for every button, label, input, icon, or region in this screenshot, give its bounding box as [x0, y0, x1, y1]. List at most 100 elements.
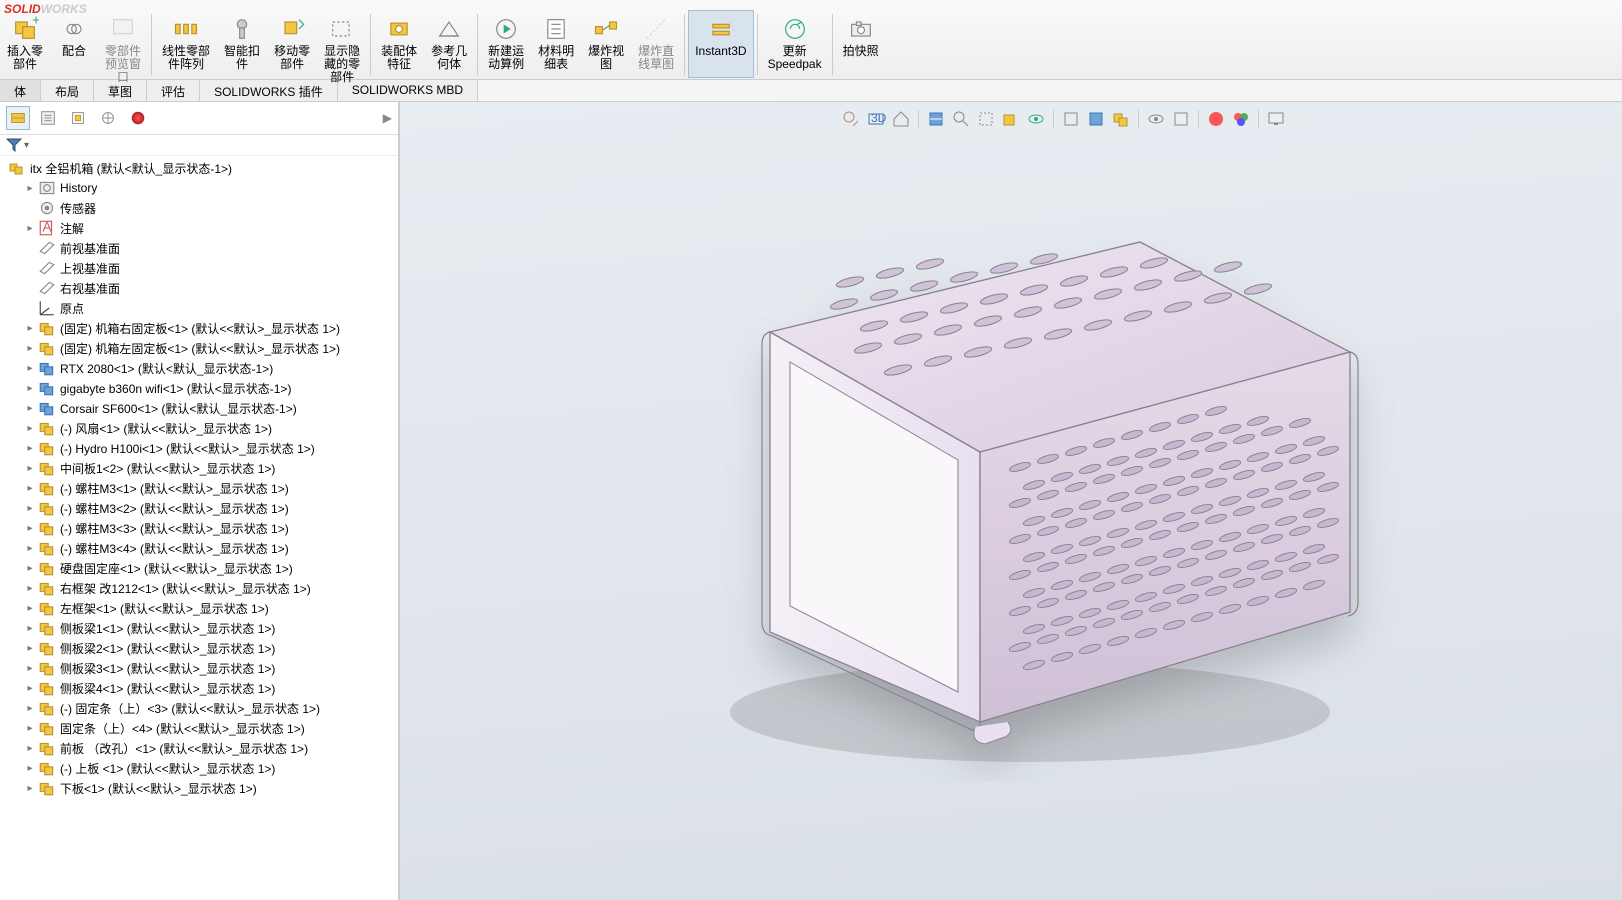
tree-item[interactable]: 上视基准面 — [4, 258, 398, 278]
vp-search-icon[interactable] — [840, 108, 862, 130]
vp-edges-icon[interactable] — [1060, 108, 1082, 130]
tree-item[interactable]: ▸(-) Hydro H100i<1> (默认<<默认>_显示状态 1>) — [4, 438, 398, 458]
tree-item[interactable]: ▸侧板梁2<1> (默认<<默认>_显示状态 1>) — [4, 638, 398, 658]
expand-icon[interactable]: ▸ — [24, 742, 36, 754]
tree-item[interactable]: ▸中间板1<2> (默认<<默认>_显示状态 1>) — [4, 458, 398, 478]
expand-icon[interactable]: ▸ — [24, 622, 36, 634]
ribbon-speedpak[interactable]: 更新 Speedpak — [761, 10, 829, 78]
expand-icon[interactable]: ▸ — [24, 182, 36, 194]
ribbon-insert-component[interactable]: +插入零 部件 — [0, 10, 50, 78]
tree-item[interactable]: ▸gigabyte b360n wifi<1> (默认<显示状态-1>) — [4, 378, 398, 398]
expand-icon[interactable]: ▸ — [24, 642, 36, 654]
vp-bbox-icon[interactable] — [1000, 108, 1022, 130]
subtab-1[interactable]: 布局 — [41, 80, 94, 101]
tree-item[interactable]: ▸左框架<1> (默认<<默认>_显示状态 1>) — [4, 598, 398, 618]
tree-item[interactable]: ▸侧板梁4<1> (默认<<默认>_显示状态 1>) — [4, 678, 398, 698]
expand-icon[interactable]: ▸ — [24, 682, 36, 694]
expand-icon[interactable]: ▸ — [24, 362, 36, 374]
vp-p2-icon[interactable] — [1170, 108, 1192, 130]
ribbon-bom[interactable]: 材料明 细表 — [531, 10, 581, 78]
tree-item[interactable]: ▸(-) 螺柱M3<3> (默认<<默认>_显示状态 1>) — [4, 518, 398, 538]
expand-icon[interactable]: ▸ — [24, 782, 36, 794]
tree-filter[interactable]: ▾ — [0, 135, 398, 156]
tree-item[interactable]: ▸Corsair SF600<1> (默认<默认_显示状态-1>) — [4, 398, 398, 418]
expand-icon[interactable]: ▸ — [24, 602, 36, 614]
expand-icon[interactable]: ▸ — [24, 462, 36, 474]
ribbon-smart-fastener[interactable]: 智能扣 件 — [217, 10, 267, 78]
expand-icon[interactable]: ▸ — [24, 342, 36, 354]
tab-configuration[interactable] — [66, 106, 90, 130]
expand-icon[interactable]: ▸ — [24, 662, 36, 674]
tree-item[interactable]: ▸(固定) 机箱右固定板<1> (默认<<默认>_显示状态 1>) — [4, 318, 398, 338]
ribbon-exploded-view[interactable]: 爆炸视 图 — [581, 10, 631, 78]
expand-icon[interactable]: ▸ — [24, 722, 36, 734]
expand-icon[interactable]: ▸ — [24, 522, 36, 534]
vp-color-icon[interactable] — [1230, 108, 1252, 130]
tree-item[interactable]: ▸(-) 螺柱M3<1> (默认<<默认>_显示状态 1>) — [4, 478, 398, 498]
vp-eye-icon[interactable] — [1145, 108, 1167, 130]
subtab-3[interactable]: 评估 — [147, 80, 200, 101]
tree-item[interactable]: ▸硬盘固定座<1> (默认<<默认>_显示状态 1>) — [4, 558, 398, 578]
ribbon-linear-pattern[interactable]: 线性零部 件阵列 — [155, 10, 217, 78]
tab-appearance[interactable] — [126, 106, 150, 130]
tree-item[interactable]: 右视基准面 — [4, 278, 398, 298]
expand-icon[interactable]: ▸ — [24, 702, 36, 714]
tree-item[interactable]: ▸(-) 固定条（上）<3> (默认<<默认>_显示状态 1>) — [4, 698, 398, 718]
tree-item[interactable]: ▸(-) 螺柱M3<4> (默认<<默认>_显示状态 1>) — [4, 538, 398, 558]
vp-orbit-icon[interactable] — [1025, 108, 1047, 130]
expand-icon[interactable]: ▸ — [24, 482, 36, 494]
tab-feature-tree[interactable] — [6, 106, 30, 130]
subtab-4[interactable]: SOLIDWORKS 插件 — [200, 80, 338, 101]
ribbon-assembly-feature[interactable]: 装配体 特征 — [374, 10, 424, 78]
viewport-3d[interactable]: 3D — [400, 102, 1622, 900]
expand-icon[interactable]: ▸ — [24, 322, 36, 334]
vp-part-icon[interactable] — [1110, 108, 1132, 130]
expand-icon[interactable]: ▸ — [24, 222, 36, 234]
tree-item[interactable]: ▸A注解 — [4, 218, 398, 238]
tree-item[interactable]: 前视基准面 — [4, 238, 398, 258]
vp-sel-icon[interactable] — [975, 108, 997, 130]
tree-item[interactable]: ▸(-) 螺柱M3<2> (默认<<默认>_显示状态 1>) — [4, 498, 398, 518]
expand-icon[interactable]: ▸ — [24, 442, 36, 454]
tree-root[interactable]: itx 全铝机箱 (默认<默认_显示状态-1>) — [4, 158, 398, 178]
ribbon-snapshot[interactable]: 拍快照 — [836, 10, 886, 78]
tab-dimxpert[interactable] — [96, 106, 120, 130]
feature-tree[interactable]: itx 全铝机箱 (默认<默认_显示状态-1>) ▸History传感器▸A注解… — [0, 156, 398, 900]
expand-icon[interactable]: ▸ — [24, 562, 36, 574]
ribbon-move-component[interactable]: 移动零 部件 — [267, 10, 317, 78]
tab-property-manager[interactable] — [36, 106, 60, 130]
tree-item[interactable]: 传感器 — [4, 198, 398, 218]
vp-screen-icon[interactable] — [1265, 108, 1287, 130]
expand-icon[interactable]: ▸ — [24, 762, 36, 774]
tree-item[interactable]: ▸RTX 2080<1> (默认<默认_显示状态-1>) — [4, 358, 398, 378]
expand-icon[interactable]: ▸ — [24, 542, 36, 554]
ribbon-instant3d[interactable]: Instant3D — [688, 10, 753, 78]
tree-item[interactable]: ▸History — [4, 178, 398, 198]
tree-item[interactable]: ▸下板<1> (默认<<默认>_显示状态 1>) — [4, 778, 398, 798]
tree-item[interactable]: ▸侧板梁3<1> (默认<<默认>_显示状态 1>) — [4, 658, 398, 678]
ribbon-ref-geometry[interactable]: 参考几 何体 — [424, 10, 474, 78]
vp-section-icon[interactable] — [925, 108, 947, 130]
expand-icon[interactable]: ▸ — [24, 502, 36, 514]
ribbon-motion-study[interactable]: 新建运 动算例 — [481, 10, 531, 78]
tree-item[interactable]: ▸(-) 风扇<1> (默认<<默认>_显示状态 1>) — [4, 418, 398, 438]
tree-item[interactable]: ▸固定条（上）<4> (默认<<默认>_显示状态 1>) — [4, 718, 398, 738]
vp-zoom-icon[interactable] — [950, 108, 972, 130]
vp-3d-icon[interactable]: 3D — [865, 108, 887, 130]
vp-home-icon[interactable] — [890, 108, 912, 130]
tree-item[interactable]: ▸前板 （改孔）<1> (默认<<默认>_显示状态 1>) — [4, 738, 398, 758]
ribbon-mate[interactable]: 配合 — [50, 10, 98, 78]
collapse-panel-icon[interactable]: ▶ — [383, 111, 392, 125]
ribbon-show-hidden[interactable]: 显示隐 藏的零 部件 — [317, 10, 367, 78]
tree-item[interactable]: ▸(-) 上板 <1> (默认<<默认>_显示状态 1>) — [4, 758, 398, 778]
tree-item[interactable]: ▸右框架 改1212<1> (默认<<默认>_显示状态 1>) — [4, 578, 398, 598]
vp-shaded-icon[interactable] — [1085, 108, 1107, 130]
vp-appearance-icon[interactable] — [1205, 108, 1227, 130]
tree-item[interactable]: 原点 — [4, 298, 398, 318]
expand-icon[interactable]: ▸ — [24, 582, 36, 594]
tree-item[interactable]: ▸侧板梁1<1> (默认<<默认>_显示状态 1>) — [4, 618, 398, 638]
tree-item[interactable]: ▸(固定) 机箱左固定板<1> (默认<<默认>_显示状态 1>) — [4, 338, 398, 358]
expand-icon[interactable]: ▸ — [24, 382, 36, 394]
expand-icon[interactable]: ▸ — [24, 422, 36, 434]
subtab-0[interactable]: 体 — [0, 80, 41, 101]
